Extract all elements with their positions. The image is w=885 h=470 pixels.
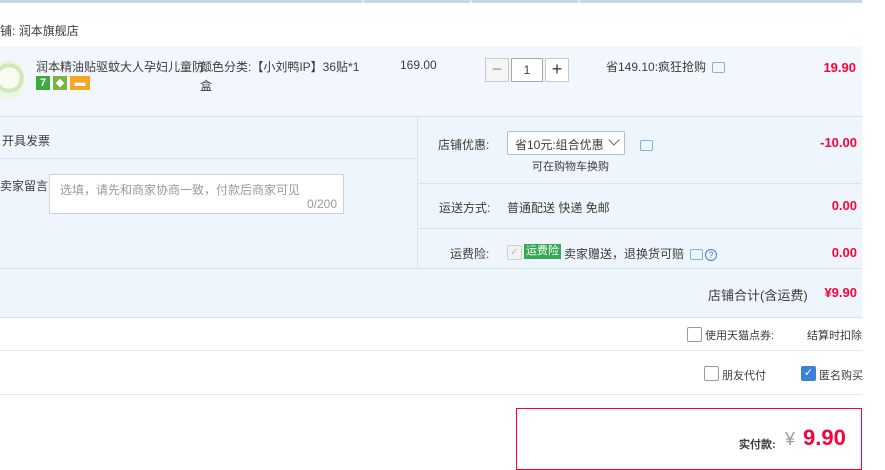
invoice-label[interactable]: 开具发票 bbox=[2, 132, 50, 149]
freight-insurance-text: 卖家赠送，退换货可赔 bbox=[564, 247, 685, 261]
shield-guarantee-icon: ◆ bbox=[53, 76, 67, 90]
chevron-down-icon bbox=[608, 134, 620, 146]
store-discount-amount: -10.00 bbox=[820, 135, 857, 150]
divider bbox=[418, 228, 862, 229]
order-item-row: 润本精油贴驱蚊大人孕妇儿童防... 7 ◆ ▬ 颜色分类:【小刘鸭IP】36贴*1盒… bbox=[0, 46, 862, 117]
shipping-value: 普通配送 快递 免邮 bbox=[507, 201, 610, 215]
payment-label: 实付款: bbox=[739, 439, 776, 451]
quantity-input[interactable]: 1 bbox=[511, 58, 543, 82]
sku-info: 颜色分类:【小刘鸭IP】36贴*1盒 bbox=[200, 58, 365, 96]
divider bbox=[0, 158, 417, 159]
discount-message-icon[interactable] bbox=[640, 140, 653, 152]
store-discount-selected: 省10元:组合优惠 bbox=[515, 138, 604, 152]
item-subtotal: 19.90 bbox=[823, 60, 856, 75]
sku-label: 颜色分类: bbox=[200, 60, 252, 74]
freight-insurance-desc: 卖家赠送，退换货可赔? bbox=[564, 245, 718, 262]
product-badges: 7 ◆ ▬ bbox=[36, 76, 93, 90]
coupon-label: 使用天猫点券: bbox=[705, 330, 775, 342]
freight-insurance-amount: 0.00 bbox=[831, 245, 857, 260]
shipping-label: 运送方式: bbox=[439, 201, 491, 215]
divider bbox=[0, 268, 862, 269]
divider bbox=[0, 394, 862, 395]
friend-pay-checkbox[interactable] bbox=[704, 366, 719, 381]
product-thumbnail[interactable] bbox=[0, 60, 24, 100]
store-discount-label: 店铺优惠: bbox=[438, 138, 490, 152]
credit-card-icon: ▬ bbox=[70, 76, 90, 90]
promo-info: 省149.10:疯狂抢购 bbox=[606, 58, 726, 75]
insurance-message-icon[interactable] bbox=[690, 249, 704, 261]
header-segment bbox=[472, 0, 578, 3]
promo-message-icon[interactable] bbox=[712, 62, 726, 74]
freight-insurance-label: 运费险: bbox=[450, 247, 490, 261]
payment-amount: 9.90 bbox=[803, 425, 846, 450]
quantity-minus-button[interactable]: − bbox=[485, 58, 509, 82]
freight-insurance-tag: 运费险 bbox=[524, 244, 561, 259]
divider bbox=[0, 350, 862, 351]
seller-message-label: 卖家留言: bbox=[0, 179, 52, 193]
friend-pay-label: 朋友代付 bbox=[722, 370, 766, 382]
divider bbox=[418, 183, 862, 184]
header-segment bbox=[364, 0, 470, 3]
seller-message-placeholder: 选填，请先和商家协商一致，付款后商家可见 bbox=[60, 183, 301, 197]
unit-price: 169.00 bbox=[400, 58, 437, 72]
anonymous-label: 匿名购买 bbox=[819, 370, 863, 382]
panel-divider bbox=[417, 117, 418, 268]
store-discount-select[interactable]: 省10元:组合优惠 bbox=[507, 131, 625, 155]
store-total-label: 店铺合计(含运费) bbox=[708, 288, 808, 303]
payment-currency: ¥ bbox=[785, 429, 796, 449]
quantity-plus-button[interactable]: + bbox=[545, 58, 569, 82]
store-discount-note: 可在购物车换购 bbox=[532, 161, 609, 173]
header-segment bbox=[580, 0, 862, 3]
coupon-note: 结算时扣除 bbox=[807, 330, 862, 342]
payment-summary-box: 实付款: ¥ 9.90 bbox=[516, 408, 862, 470]
store-total-amount: ¥9.90 bbox=[824, 285, 857, 300]
coupon-checkbox[interactable] bbox=[687, 327, 702, 342]
seven-day-return-icon: 7 bbox=[36, 76, 50, 90]
shop-row: 铺: 润本旗舰店 bbox=[0, 22, 79, 39]
seller-message-counter: 0/200 bbox=[306, 197, 337, 211]
shop-name-link[interactable]: 润本旗舰店 bbox=[19, 24, 79, 38]
seller-message-textarea[interactable]: 选填，请先和商家协商一致，付款后商家可见 0/200 bbox=[49, 174, 344, 214]
shop-label: 铺: bbox=[0, 24, 16, 38]
product-title-link[interactable]: 润本精油贴驱蚊大人孕妇儿童防... bbox=[36, 58, 214, 75]
anonymous-checkbox[interactable]: ✓ bbox=[801, 366, 816, 381]
shipping-amount: 0.00 bbox=[831, 198, 857, 213]
header-segment bbox=[0, 0, 362, 3]
freight-insurance-checkbox[interactable]: ✓ bbox=[507, 245, 522, 260]
promo-text: 省149.10:疯狂抢购 bbox=[606, 60, 707, 74]
help-icon[interactable]: ? bbox=[705, 248, 718, 261]
